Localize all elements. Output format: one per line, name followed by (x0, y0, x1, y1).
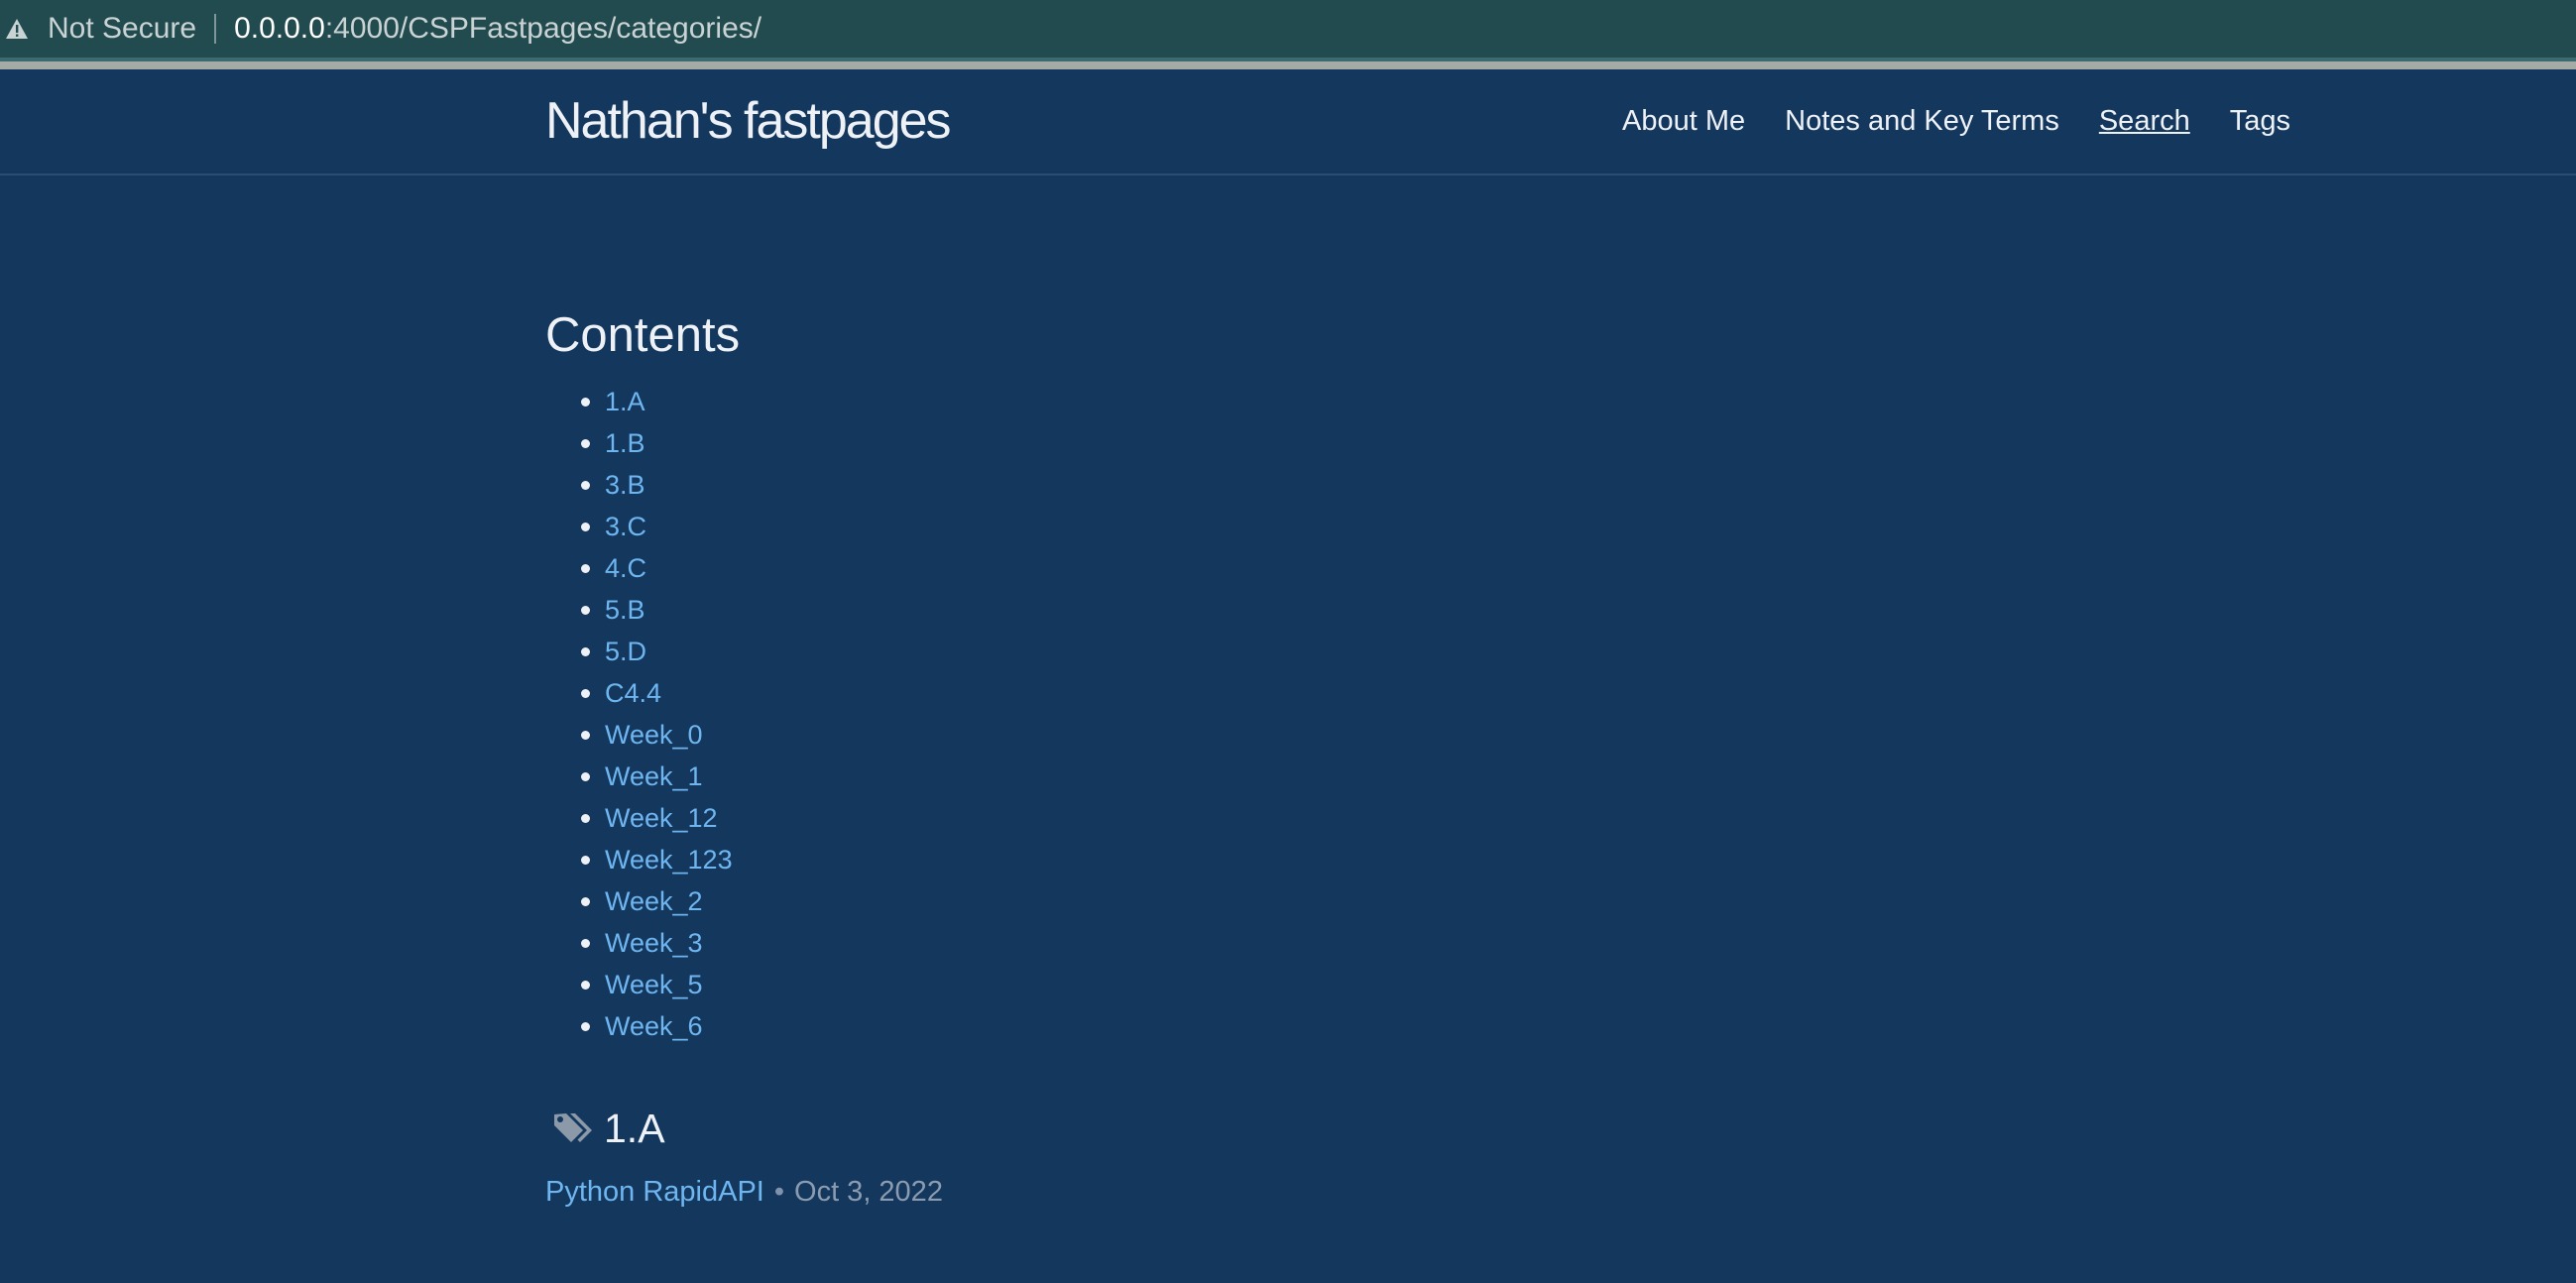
toc-link[interactable]: Week_3 (605, 928, 703, 958)
toc-link[interactable]: Week_5 (605, 970, 703, 999)
list-item: 3.C (581, 506, 2033, 547)
address-bar-border (0, 58, 2576, 69)
list-item: 5.B (581, 589, 2033, 631)
post-entry: Python RapidAPI • Oct 3, 2022 (545, 1176, 2033, 1209)
warning-icon (4, 16, 30, 42)
category-heading: 1.A (545, 1099, 2033, 1158)
url-path: :4000/CSPFastpages/categories/ (324, 12, 762, 45)
main-content: Contents 1.A 1.B 3.B 3.C 4.C 5.B 5.D C4.… (545, 307, 2033, 1209)
list-item: Week_12 (581, 797, 2033, 839)
list-item: Week_123 (581, 839, 2033, 880)
contents-list: 1.A 1.B 3.B 3.C 4.C 5.B 5.D C4.4 Week_0 … (545, 381, 2033, 1047)
category-title: 1.A (604, 1105, 665, 1151)
url-text[interactable]: 0.0.0.0:4000/CSPFastpages/categories/ (234, 12, 761, 46)
toc-link[interactable]: 1.A (605, 387, 645, 416)
toc-link[interactable]: 5.D (605, 637, 646, 666)
toc-link[interactable]: Week_6 (605, 1011, 703, 1041)
site-header: Nathan's fastpages About Me Notes and Ke… (0, 69, 2576, 175)
list-item: Week_5 (581, 964, 2033, 1005)
list-item: Week_0 (581, 714, 2033, 756)
site-nav: About Me Notes and Key Terms Search Tags (1622, 105, 2290, 138)
list-item: Week_1 (581, 756, 2033, 797)
post-date: Oct 3, 2022 (794, 1176, 943, 1208)
list-item: Week_3 (581, 922, 2033, 964)
list-item: 1.A (581, 381, 2033, 422)
tags-icon (554, 1113, 592, 1142)
list-item: 3.B (581, 464, 2033, 506)
toc-link[interactable]: C4.4 (605, 678, 661, 708)
toc-link[interactable]: 1.B (605, 428, 645, 458)
post-link[interactable]: Python RapidAPI (545, 1176, 764, 1209)
url-host: 0.0.0.0 (234, 12, 325, 45)
toc-link[interactable]: Week_2 (605, 886, 703, 916)
nav-about-me[interactable]: About Me (1622, 105, 1745, 138)
toc-link[interactable]: 5.B (605, 595, 645, 625)
toc-link[interactable]: 3.B (605, 470, 645, 500)
post-separator: • (773, 1176, 785, 1208)
toc-link[interactable]: Week_12 (605, 803, 718, 833)
contents-heading: Contents (545, 308, 741, 362)
toc-link[interactable]: Week_123 (605, 845, 733, 875)
toc-link[interactable]: 4.C (605, 553, 646, 583)
nav-tags[interactable]: Tags (2230, 105, 2290, 138)
nav-search[interactable]: Search (2099, 105, 2190, 138)
list-item: C4.4 (581, 672, 2033, 714)
list-item: Week_2 (581, 880, 2033, 922)
list-item: 1.B (581, 422, 2033, 464)
browser-address-bar[interactable]: Not Secure 0.0.0.0:4000/CSPFastpages/cat… (0, 0, 2576, 58)
address-separator (214, 14, 217, 44)
toc-link[interactable]: Week_0 (605, 720, 703, 750)
toc-link[interactable]: Week_1 (605, 761, 703, 791)
nav-notes-and-key-terms[interactable]: Notes and Key Terms (1785, 105, 2059, 138)
list-item: Week_6 (581, 1005, 2033, 1047)
list-item: 5.D (581, 631, 2033, 672)
security-label: Not Secure (48, 12, 197, 45)
toc-link[interactable]: 3.C (605, 512, 646, 541)
site-title-link[interactable]: Nathan's fastpages (545, 91, 952, 151)
list-item: 4.C (581, 547, 2033, 589)
